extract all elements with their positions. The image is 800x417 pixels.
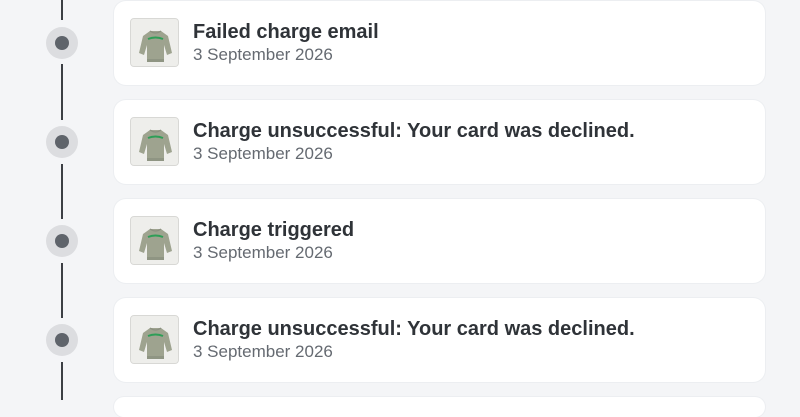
timeline-node [46, 126, 78, 158]
next-timeline-event-card[interactable] [114, 397, 765, 417]
timeline-event-card[interactable]: Charge unsuccessful: Your card was decli… [114, 298, 765, 382]
timeline-event-card[interactable]: Charge triggered 3 September 2026 [114, 199, 765, 283]
sweatshirt-product-image [130, 117, 179, 166]
event-title: Charge unsuccessful: Your card was decli… [193, 120, 635, 142]
event-title: Failed charge email [193, 21, 379, 43]
event-title: Charge unsuccessful: Your card was decli… [193, 318, 635, 340]
sweatshirt-product-image [130, 315, 179, 364]
event-date: 3 September 2026 [193, 144, 333, 163]
sweatshirt-product-image [130, 18, 179, 67]
timeline-event-card[interactable]: Charge unsuccessful: Your card was decli… [114, 100, 765, 184]
timeline-event-card[interactable]: Failed charge email 3 September 2026 [114, 1, 765, 85]
timeline-node [46, 225, 78, 257]
timeline-node [46, 27, 78, 59]
event-date: 3 September 2026 [193, 243, 333, 262]
timeline-node [46, 324, 78, 356]
sweatshirt-product-image [130, 216, 179, 265]
event-date: 3 September 2026 [193, 342, 333, 361]
event-date: 3 September 2026 [193, 45, 333, 64]
event-title: Charge triggered [193, 219, 355, 241]
activity-timeline: Failed charge email 3 September 2026 Cha… [0, 0, 800, 417]
